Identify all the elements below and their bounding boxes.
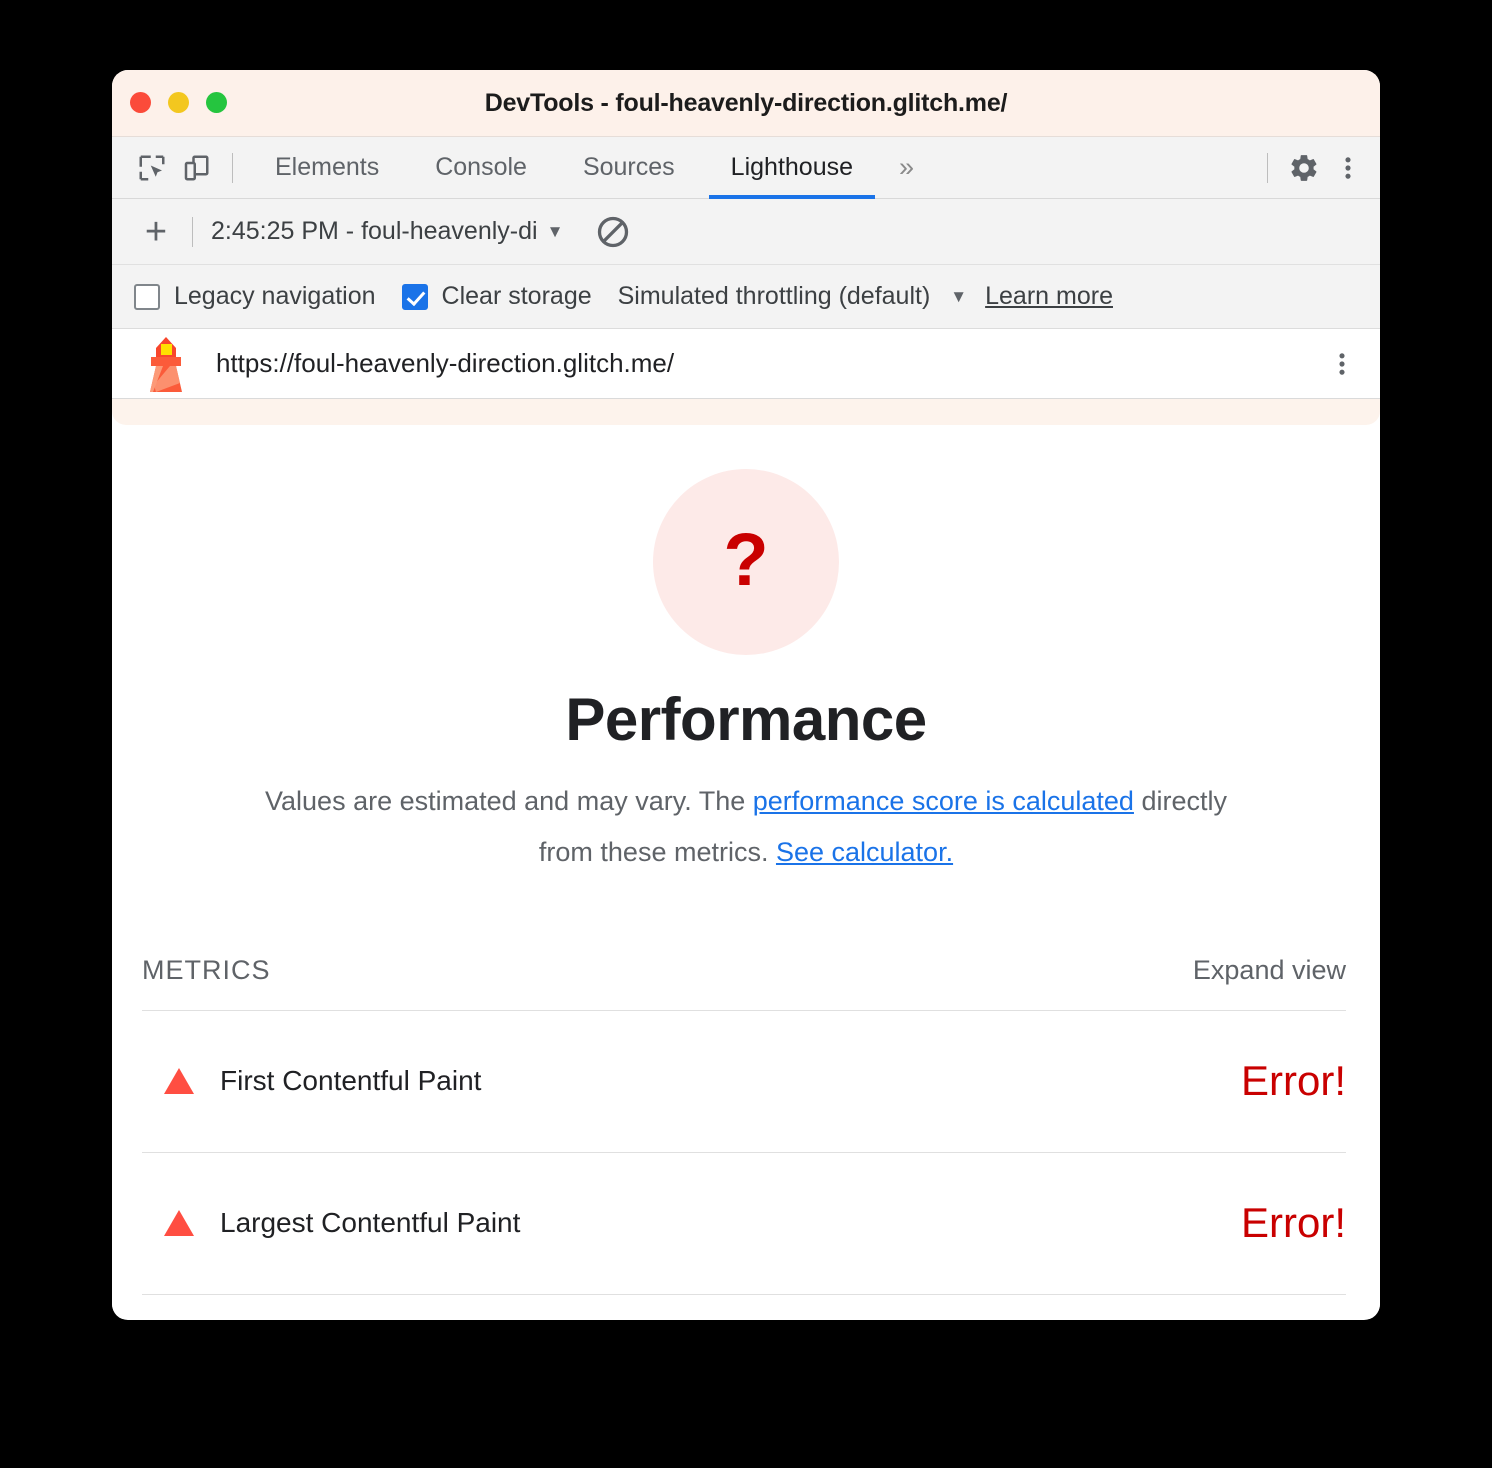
report-run-select-value: 2:45:25 PM - foul-heavenly-di bbox=[211, 217, 538, 245]
report-run-select[interactable]: 2:45:25 PM - foul-heavenly-di ▼ bbox=[211, 217, 563, 246]
throttling-value: Simulated throttling (default) bbox=[617, 282, 931, 310]
chevron-down-icon: ▼ bbox=[950, 286, 968, 306]
metrics-section-header: METRICS Expand view bbox=[142, 955, 1346, 1011]
panel-tabs: Elements Console Sources Lighthouse » bbox=[247, 137, 932, 199]
throttling-select[interactable]: Simulated throttling (default) ▼ bbox=[618, 282, 968, 311]
tab-lighthouse[interactable]: Lighthouse bbox=[703, 137, 881, 199]
lighthouse-options-row: Legacy navigation Clear storage Simulate… bbox=[112, 265, 1380, 329]
report-url-text: https://foul-heavenly-direction.glitch.m… bbox=[216, 348, 675, 378]
close-window-button[interactable] bbox=[130, 92, 151, 113]
tab-console[interactable]: Console bbox=[407, 137, 555, 199]
new-report-button[interactable]: + bbox=[134, 213, 178, 251]
clear-storage-label: Clear storage bbox=[441, 282, 592, 310]
lighthouse-logo-icon bbox=[140, 335, 192, 393]
legacy-navigation-checkbox[interactable]: Legacy navigation bbox=[134, 282, 376, 311]
error-triangle-icon bbox=[164, 1210, 194, 1237]
devtools-window: DevTools - foul-heavenly-direction.glitc… bbox=[112, 70, 1380, 1320]
report-url-header: https://foul-heavenly-direction.glitch.m… bbox=[112, 329, 1380, 399]
more-tabs-chevron-icon[interactable]: » bbox=[881, 137, 932, 199]
performance-score-gauge[interactable]: ? bbox=[653, 469, 839, 655]
category-title: Performance bbox=[565, 686, 927, 753]
checkbox-box bbox=[134, 283, 160, 310]
legacy-navigation-label: Legacy navigation bbox=[174, 282, 376, 310]
metric-left: Largest Contentful Paint bbox=[142, 1207, 520, 1239]
score-value: ? bbox=[723, 518, 769, 601]
metric-left: First Contentful Paint bbox=[142, 1065, 481, 1097]
expand-view-toggle[interactable]: Expand view bbox=[1193, 955, 1346, 986]
toolbar-divider bbox=[232, 152, 233, 183]
metric-name: First Contentful Paint bbox=[220, 1065, 482, 1097]
window-titlebar: DevTools - foul-heavenly-direction.glitc… bbox=[112, 70, 1380, 137]
lighthouse-report-body: ? Performance Values are estimated and m… bbox=[112, 399, 1380, 1319]
description-prefix: Values are estimated and may vary. The bbox=[265, 786, 753, 816]
tab-label: Elements bbox=[275, 153, 380, 181]
device-toolbar-icon[interactable] bbox=[174, 146, 218, 190]
table-row[interactable]: First Contentful Paint Error! bbox=[142, 1011, 1346, 1153]
inspect-element-icon[interactable] bbox=[130, 146, 174, 190]
report-options-kebab-icon[interactable] bbox=[1328, 350, 1356, 378]
tab-elements[interactable]: Elements bbox=[247, 137, 407, 199]
tab-sources[interactable]: Sources bbox=[555, 137, 703, 199]
learn-more-link[interactable]: Learn more bbox=[985, 282, 1113, 311]
report-top-band bbox=[112, 399, 1380, 425]
tab-label: Sources bbox=[582, 153, 675, 181]
tab-label: Console bbox=[435, 153, 527, 181]
clear-all-reports-button[interactable] bbox=[595, 214, 631, 250]
clear-storage-checkbox[interactable]: Clear storage bbox=[401, 282, 592, 311]
checkbox-box-checked bbox=[401, 283, 428, 310]
window-title: DevTools - foul-heavenly-direction.glitc… bbox=[484, 88, 1008, 117]
devtools-toolbar-right bbox=[1253, 137, 1370, 198]
metrics-label: METRICS bbox=[142, 954, 271, 985]
settings-gear-icon[interactable] bbox=[1282, 146, 1326, 190]
minimize-window-button[interactable] bbox=[168, 92, 189, 113]
maximize-window-button[interactable] bbox=[206, 92, 227, 113]
main-menu-kebab-icon[interactable] bbox=[1326, 146, 1370, 190]
performance-gauge-wrap: ? bbox=[112, 469, 1380, 655]
metric-value: Error! bbox=[1241, 1199, 1346, 1247]
category-description: Values are estimated and may vary. The p… bbox=[246, 776, 1246, 879]
error-triangle-icon bbox=[164, 1068, 194, 1095]
window-traffic-lights bbox=[130, 92, 227, 113]
table-row[interactable]: Largest Contentful Paint Error! bbox=[142, 1153, 1346, 1295]
toolbar-divider-right bbox=[1267, 152, 1268, 183]
screenshot-root: DevTools - foul-heavenly-direction.glitc… bbox=[0, 0, 1492, 1468]
devtools-tabstrip: Elements Console Sources Lighthouse » bbox=[112, 137, 1380, 199]
metric-name: Largest Contentful Paint bbox=[220, 1207, 521, 1239]
tab-label: Lighthouse bbox=[730, 153, 853, 181]
run-toolbar-divider bbox=[192, 216, 193, 247]
lighthouse-run-toolbar: + 2:45:25 PM - foul-heavenly-di ▼ bbox=[112, 199, 1380, 265]
chevron-down-icon: ▼ bbox=[546, 221, 564, 241]
metric-value: Error! bbox=[1241, 1057, 1346, 1105]
see-calculator-link[interactable]: See calculator. bbox=[776, 837, 953, 867]
performance-score-link[interactable]: performance score is calculated bbox=[753, 786, 1134, 816]
